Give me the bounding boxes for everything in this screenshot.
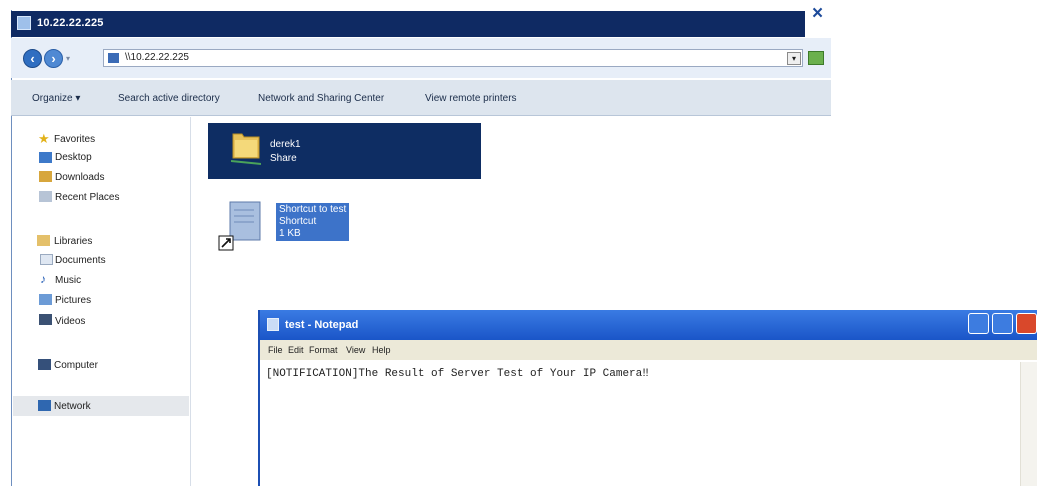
address-dropdown-icon[interactable]: ▾: [787, 52, 801, 65]
shortcut-size: 1 KB: [279, 228, 301, 239]
shortcut-name: Shortcut to test: [279, 204, 347, 215]
explorer-titlebar[interactable]: 10.22.22.225: [11, 11, 805, 37]
shortcut-item-label[interactable]: Shortcut to test Shortcut 1 KB: [276, 203, 350, 241]
documents-icon: [40, 254, 53, 265]
nav-downloads[interactable]: Downloads: [55, 172, 104, 183]
notepad-close-button[interactable]: [1016, 313, 1037, 334]
maximize-button[interactable]: [992, 313, 1013, 334]
shortcut-file-icon[interactable]: [218, 200, 264, 256]
share-name: derek1: [270, 139, 301, 150]
nav-network[interactable]: Network: [54, 401, 91, 412]
recent-places-icon: [39, 191, 52, 202]
menu-help[interactable]: Help: [372, 345, 391, 355]
notepad-icon: [267, 318, 279, 331]
menu-view[interactable]: View: [346, 345, 365, 355]
share-type: Share: [270, 153, 297, 164]
network-sharing-center-button[interactable]: Network and Sharing Center: [258, 93, 384, 104]
nav-videos[interactable]: Videos: [55, 316, 85, 327]
nav-recent-places[interactable]: Recent Places: [55, 192, 119, 203]
forward-button[interactable]: ›: [44, 49, 63, 68]
menu-file[interactable]: File: [268, 345, 283, 355]
back-button[interactable]: ‹: [23, 49, 42, 68]
nav-music[interactable]: Music: [55, 275, 81, 286]
notepad-title: test - Notepad: [285, 319, 359, 331]
downloads-icon: [39, 171, 52, 182]
videos-icon: [39, 314, 52, 325]
desktop-icon: [39, 152, 52, 163]
network-icon: [108, 53, 119, 63]
notepad-titlebar[interactable]: [260, 310, 1037, 340]
network-folder-icon: [17, 16, 31, 30]
nav-pictures[interactable]: Pictures: [55, 295, 91, 306]
explorer-title: 10.22.22.225: [37, 17, 104, 29]
nav-documents[interactable]: Documents: [55, 255, 106, 266]
view-remote-printers-button[interactable]: View remote printers: [425, 93, 517, 104]
address-bar[interactable]: [103, 49, 803, 67]
nav-favorites[interactable]: Favorites: [54, 134, 95, 145]
star-icon: ★: [38, 131, 50, 146]
search-active-directory-button[interactable]: Search active directory: [118, 93, 220, 104]
shared-folder-icon: [231, 133, 261, 165]
minimize-button[interactable]: [968, 313, 989, 334]
shortcut-type: Shortcut: [279, 216, 317, 227]
refresh-icon[interactable]: [808, 51, 824, 65]
pictures-icon: [39, 294, 52, 305]
close-icon[interactable]: ×: [812, 4, 823, 23]
computer-icon: [38, 359, 51, 370]
nav-computer[interactable]: Computer: [54, 360, 98, 371]
notepad-scrollbar[interactable]: [1020, 362, 1037, 486]
address-text[interactable]: \\10.22.22.225: [125, 52, 189, 63]
music-icon: ♪: [40, 272, 46, 286]
organize-button[interactable]: Organize ▾: [32, 93, 80, 104]
notepad-text-area[interactable]: [NOTIFICATION]The Result of Server Test …: [266, 368, 649, 380]
menu-format[interactable]: Format: [309, 345, 338, 355]
libraries-icon: [37, 235, 50, 246]
network-icon: [38, 400, 51, 411]
menu-edit[interactable]: Edit: [288, 345, 304, 355]
history-dropdown-icon[interactable]: ▾: [66, 54, 70, 63]
nav-libraries[interactable]: Libraries: [54, 236, 92, 247]
nav-desktop[interactable]: Desktop: [55, 152, 92, 163]
